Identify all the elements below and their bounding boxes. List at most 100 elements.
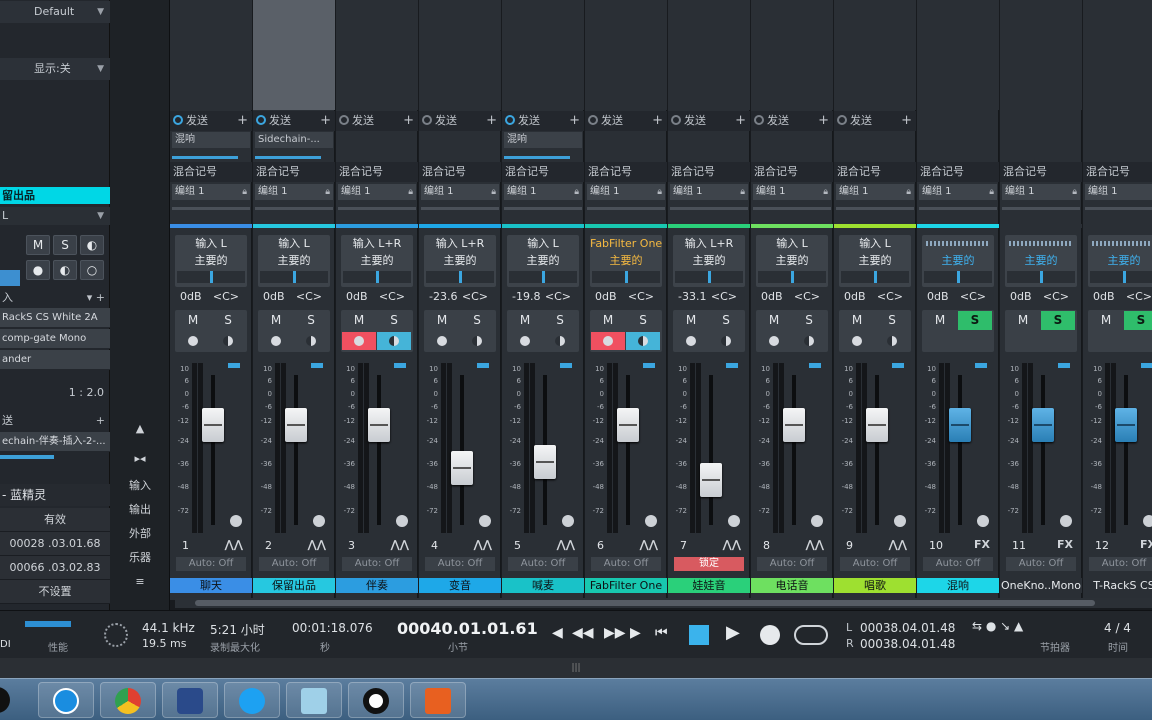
pan-readout[interactable]: <C> xyxy=(296,290,322,303)
record-arm-button[interactable] xyxy=(591,332,625,350)
solo-button[interactable]: S xyxy=(294,311,328,330)
pan-slider[interactable] xyxy=(509,271,577,283)
input-select[interactable]: FabFilter One xyxy=(590,236,662,252)
track-name[interactable]: 喊麦 xyxy=(502,578,584,593)
display-dropdown[interactable]: 显示:关 ▼ xyxy=(0,58,110,80)
group-slot[interactable]: 编组 1🔒︎ xyxy=(753,184,831,200)
nav-instrument[interactable]: 乐器 xyxy=(116,547,164,569)
twitter-icon[interactable] xyxy=(224,682,280,718)
volume-readout[interactable]: 0dB xyxy=(595,290,617,303)
pan-slider[interactable] xyxy=(924,271,992,283)
power-icon[interactable] xyxy=(754,115,764,125)
mute-button[interactable]: M xyxy=(840,311,874,330)
automation-mode[interactable]: Auto: Off xyxy=(176,557,246,571)
qq-icon[interactable] xyxy=(0,682,26,718)
insert-slot-1[interactable]: RackS CS White 2A xyxy=(0,308,110,328)
volume-fader[interactable] xyxy=(949,408,971,442)
volume-readout[interactable]: 0dB xyxy=(761,290,783,303)
add-send-icon[interactable]: + xyxy=(901,111,912,131)
waveform-icon[interactable]: ⋀⋀ xyxy=(473,538,492,551)
mute-button[interactable]: M xyxy=(176,311,210,330)
waveform-icon[interactable]: ⋀⋀ xyxy=(224,538,243,551)
trim-knob[interactable] xyxy=(977,515,989,527)
send-level-bar[interactable] xyxy=(504,156,570,159)
bars-display[interactable]: 00040.01.01.61 xyxy=(397,619,538,638)
waveform-icon[interactable]: ⋀⋀ xyxy=(722,538,741,551)
mixer-scrollbar[interactable] xyxy=(175,598,1152,608)
input-select[interactable]: 输入 L+R xyxy=(673,236,745,252)
automation-icon[interactable] xyxy=(228,363,240,368)
track-name[interactable]: FabFilter One xyxy=(585,578,667,593)
pan-readout[interactable]: <C> xyxy=(711,290,737,303)
group-slot[interactable]: 编组 1🔒︎ xyxy=(670,184,748,200)
output-select[interactable]: 主要的 xyxy=(922,253,994,269)
waveform-icon[interactable]: ⋀⋀ xyxy=(390,538,409,551)
waveform-icon[interactable]: ⋀⋀ xyxy=(639,538,658,551)
pan-readout[interactable]: <C> xyxy=(379,290,405,303)
solo-button[interactable]: S xyxy=(211,311,245,330)
record-button[interactable] xyxy=(760,625,780,645)
group-slot[interactable]: 编组 1🔒︎ xyxy=(504,184,582,200)
previous-marker-icon[interactable]: ◀ xyxy=(552,625,563,641)
group-slot[interactable]: 编组 1🔒︎ xyxy=(255,184,333,200)
output-select[interactable]: 主要的 xyxy=(175,253,247,269)
waveform-icon[interactable]: ⋀⋀ xyxy=(888,538,907,551)
automation-mode[interactable]: Auto: Off xyxy=(508,557,578,571)
pan-readout[interactable]: <C> xyxy=(213,290,239,303)
record-arm-button[interactable] xyxy=(508,332,542,350)
automation-icon[interactable] xyxy=(311,363,323,368)
track-name[interactable]: T-RackS CS xyxy=(1083,578,1152,593)
volume-readout[interactable]: 0dB xyxy=(346,290,368,303)
monitor-button[interactable] xyxy=(377,332,411,350)
output-select[interactable]: 主要的 xyxy=(1088,253,1152,269)
mute-button[interactable]: M xyxy=(342,311,376,330)
output-select[interactable]: 主要的 xyxy=(507,253,579,269)
track-name[interactable]: 变音 xyxy=(419,578,501,593)
trim-knob[interactable] xyxy=(1060,515,1072,527)
volume-readout[interactable]: -33.1 xyxy=(678,290,706,303)
solo-button[interactable]: S xyxy=(1124,311,1152,330)
preset-dropdown[interactable]: Default ▼ xyxy=(0,1,110,23)
trim-knob[interactable] xyxy=(313,515,325,527)
fader-track[interactable] xyxy=(460,375,464,525)
pan-slider[interactable] xyxy=(1007,271,1075,283)
volume-fader[interactable] xyxy=(451,451,473,485)
input-select[interactable]: 输入 L xyxy=(839,236,911,252)
collapse-up-icon[interactable]: ▲ xyxy=(116,418,164,440)
output-select[interactable]: 主要的 xyxy=(341,253,413,269)
volume-fader[interactable] xyxy=(700,463,722,497)
fast-forward-icon[interactable]: ▶▶ xyxy=(604,625,626,641)
pan-readout[interactable]: <C> xyxy=(794,290,820,303)
fader-track[interactable] xyxy=(211,375,215,525)
automation-icon[interactable] xyxy=(975,363,987,368)
nav-input[interactable]: 输入 xyxy=(116,475,164,497)
automation-mode[interactable]: Auto: Off xyxy=(757,557,827,571)
trim-knob[interactable] xyxy=(811,515,823,527)
automation-mode[interactable]: Auto: Off xyxy=(923,557,993,571)
nav-output[interactable]: 输出 xyxy=(116,499,164,521)
scroll-thumb[interactable] xyxy=(195,600,1095,606)
output-select[interactable]: 主要的 xyxy=(673,253,745,269)
file-manager-icon[interactable] xyxy=(286,682,342,718)
speaker-icon[interactable]: ◐ xyxy=(80,235,104,255)
volume-fader[interactable] xyxy=(866,408,888,442)
automation-mode[interactable]: Auto: Off xyxy=(1006,557,1076,571)
group-slot[interactable]: 编组 1🔒︎ xyxy=(1085,184,1152,200)
track-name[interactable]: 电话音 xyxy=(751,578,833,593)
group-slot[interactable]: 编组 1🔒︎ xyxy=(172,184,250,200)
automation-mode[interactable]: Auto: Off xyxy=(425,557,495,571)
input-select[interactable]: 输入 L xyxy=(258,236,330,252)
input-select[interactable]: 输入 L+R xyxy=(424,236,496,252)
output-select[interactable]: 主要的 xyxy=(1005,253,1077,269)
record-icon[interactable]: ● xyxy=(26,260,50,280)
record-arm-button[interactable] xyxy=(259,332,293,350)
trim-knob[interactable] xyxy=(230,515,242,527)
volume-readout[interactable]: 0dB xyxy=(180,290,202,303)
add-send-icon[interactable]: + xyxy=(818,111,829,131)
group-slot[interactable]: 编组 1🔒︎ xyxy=(338,184,416,200)
track-input-select[interactable]: L ▼ xyxy=(0,207,110,225)
volume-fader[interactable] xyxy=(1032,408,1054,442)
play-button[interactable]: ▶ xyxy=(726,622,740,643)
stop-button[interactable] xyxy=(689,625,709,645)
expand-width-icon[interactable]: ▸◂ xyxy=(116,448,164,470)
